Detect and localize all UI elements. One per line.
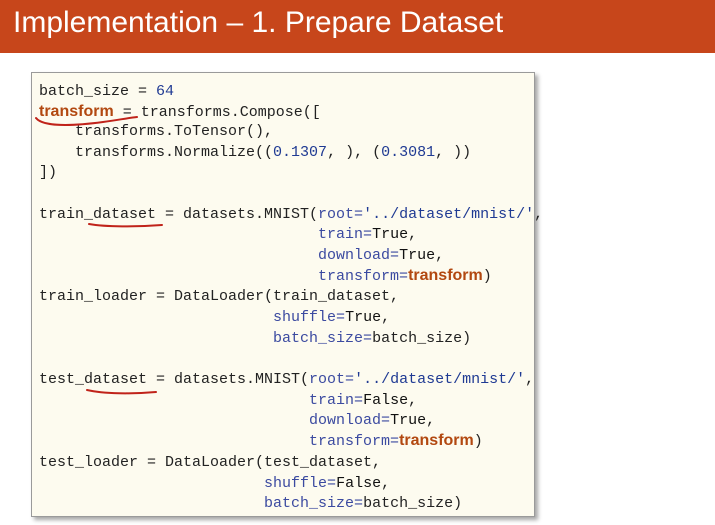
slide-title: Implementation – 1. Prepare Dataset (13, 6, 504, 39)
code-line-test-batch-size: batch_size=batch_size) (264, 495, 463, 512)
title-bar: Implementation – 1. Prepare Dataset (0, 0, 715, 53)
code-line-train-arg: train=True, (318, 226, 418, 243)
code-line-totensor: transforms.ToTensor(), (39, 123, 274, 140)
code-block: batch_size = 64 transform = transforms.C… (31, 72, 543, 517)
code-line-normalize: transforms.Normalize((0.1307, ), (0.3081… (39, 144, 472, 161)
code-line-train-transform: transform=transform) (318, 267, 492, 285)
code-line-test-train: train=False, (309, 392, 418, 409)
code-line-train-shuffle: shuffle=True, (273, 309, 391, 326)
code-line-compose-close: ]) (39, 164, 58, 181)
code-line-test-transform: transform=transform) (309, 432, 483, 450)
code-line-test-shuffle: shuffle=False, (264, 475, 391, 492)
code-line-train-dataset: train_dataset = datasets.MNIST(root='../… (39, 206, 544, 223)
code-line-test-loader: test_loader = DataLoader(test_dataset, (39, 454, 382, 471)
code-line-train-batch-size: batch_size=batch_size) (273, 330, 472, 347)
code-line-batch-size: batch_size = 64 (39, 83, 175, 100)
code-line-test-dataset: test_dataset = datasets.MNIST(root='../d… (39, 371, 535, 388)
code-line-train-download: download=True, (318, 247, 445, 264)
transform-variable: transform (39, 103, 114, 120)
code-line-test-download: download=True, (309, 412, 436, 429)
slide: Implementation – 1. Prepare Dataset batc… (0, 0, 715, 525)
code-line-transform: transform = transforms.Compose([ (39, 103, 321, 121)
code-line-train-loader: train_loader = DataLoader(train_dataset, (39, 288, 400, 305)
